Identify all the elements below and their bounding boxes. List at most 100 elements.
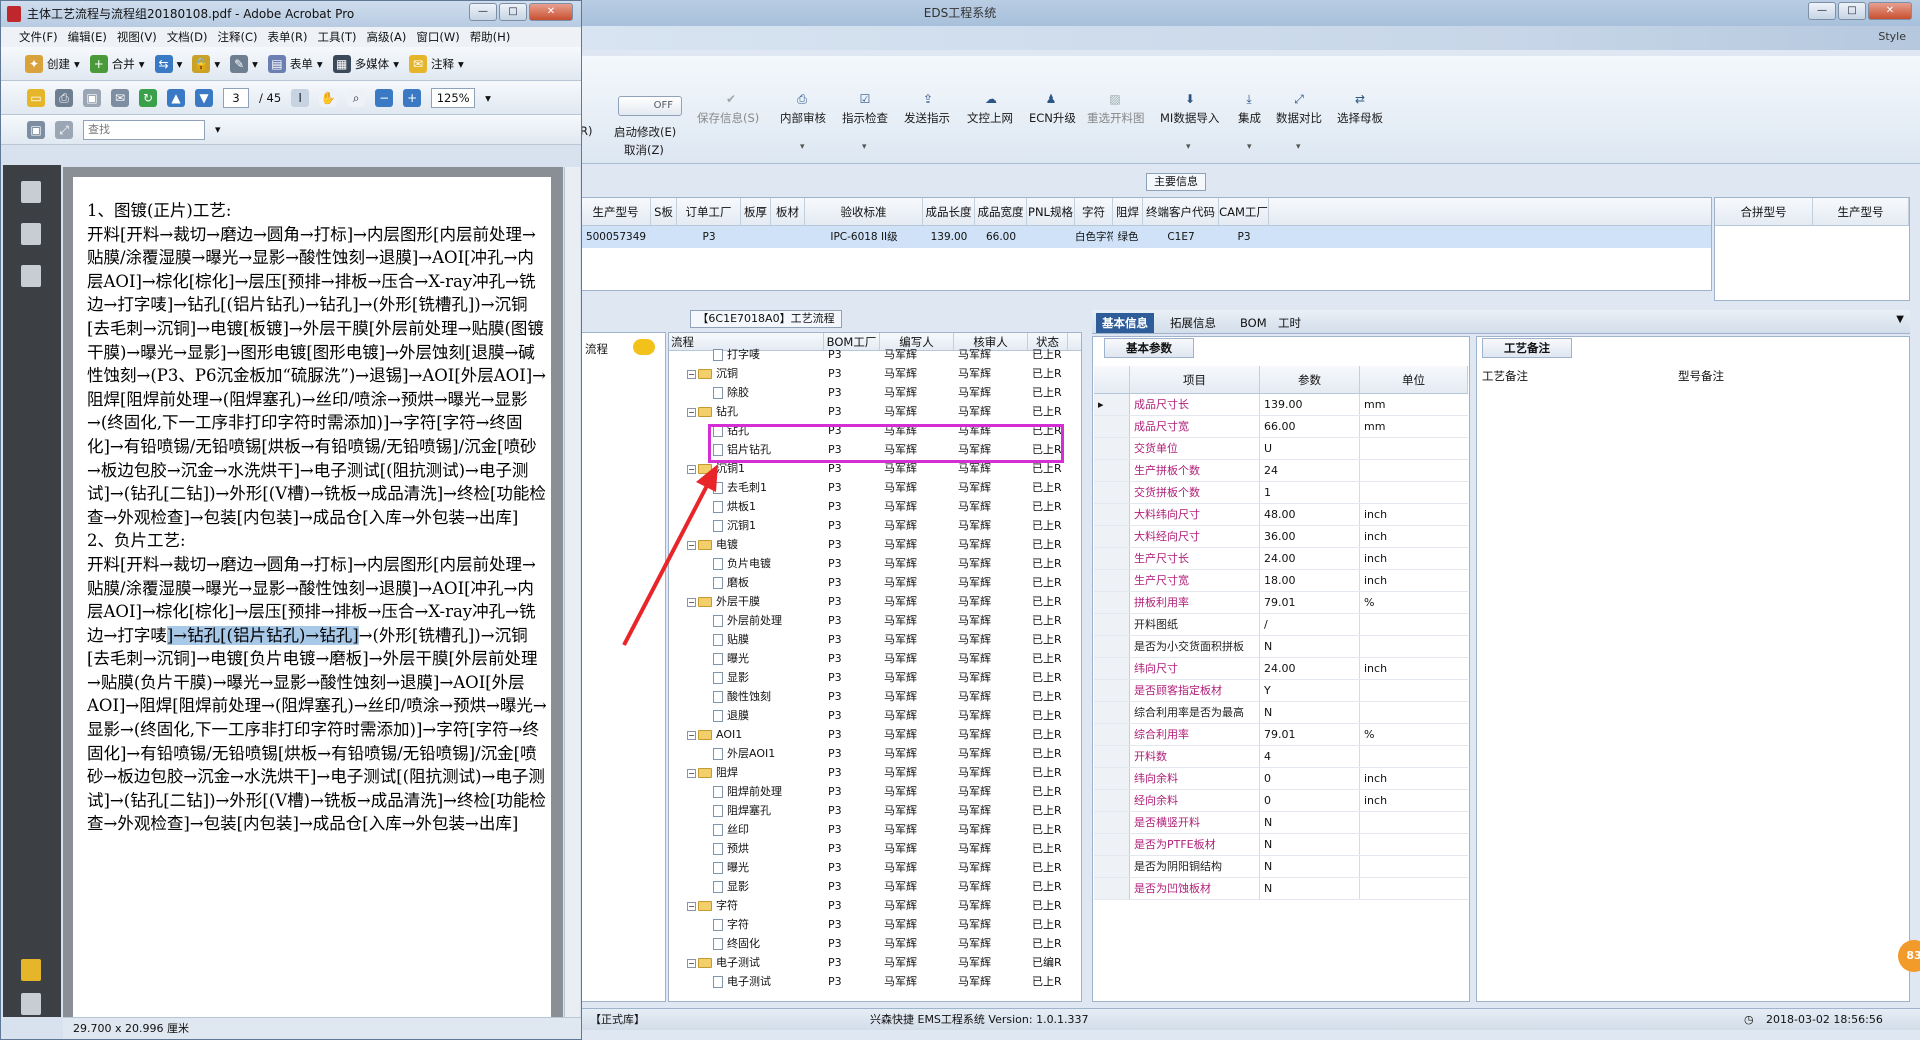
chevron-down-icon[interactable]: ▾ xyxy=(862,142,867,152)
hand-icon[interactable]: ✋ xyxy=(319,88,338,107)
column-header[interactable]: 板材 xyxy=(771,198,805,225)
doc-control-online-button[interactable]: 文控上网 xyxy=(967,110,1013,126)
tree-node[interactable]: − 字符 xyxy=(669,896,824,915)
tree-node[interactable]: − 电子测试 xyxy=(669,953,824,972)
param-value[interactable]: Y xyxy=(1260,680,1360,701)
param-value[interactable]: U xyxy=(1260,438,1360,459)
zoom-level-input[interactable]: 125% xyxy=(431,87,476,108)
signatures-icon[interactable] xyxy=(21,265,41,287)
tree-node[interactable]: 打字唛 xyxy=(669,345,824,364)
tree-node[interactable]: − 阻焊 xyxy=(669,763,824,782)
tree-node[interactable]: − AOI1 xyxy=(669,725,824,744)
tree-node[interactable]: − 沉铜 xyxy=(669,364,824,383)
row-selector[interactable] xyxy=(1094,504,1130,525)
tree-row[interactable]: − 电镀 P3 马军辉 马军辉 已上R xyxy=(669,535,1081,554)
param-row[interactable]: 生产尺寸长 24.00 inch xyxy=(1094,548,1468,570)
attachments-icon[interactable] xyxy=(21,993,41,1015)
column-header[interactable]: 单位 xyxy=(1360,366,1468,393)
menu-item[interactable]: 注释(C) xyxy=(218,27,258,47)
comments-icon[interactable] xyxy=(21,959,41,981)
secure-button[interactable]: 🔒 ▾ xyxy=(192,54,220,73)
tree-node[interactable]: 曝光 xyxy=(669,858,824,877)
cancel-button[interactable]: 取消(Z) xyxy=(624,142,664,158)
param-value[interactable]: N xyxy=(1260,856,1360,877)
row-selector[interactable] xyxy=(1094,658,1130,679)
row-selector[interactable] xyxy=(1094,438,1130,459)
row-selector[interactable] xyxy=(1094,614,1130,635)
tree-node[interactable]: 字符 xyxy=(669,915,824,934)
column-header[interactable]: 阻焊 xyxy=(1113,198,1143,225)
zoom-in-icon[interactable]: + xyxy=(403,88,422,107)
maximize-icon[interactable]: □ xyxy=(1838,2,1866,20)
row-selector[interactable] xyxy=(1094,548,1130,569)
param-row[interactable]: 开料数 4 xyxy=(1094,746,1468,768)
tree-row[interactable]: 终固化 P3 马军辉 马军辉 已上R xyxy=(669,934,1081,953)
share-button[interactable]: ⇆ ▾ xyxy=(154,54,182,73)
tree-node[interactable]: 预烘 xyxy=(669,839,824,858)
close-icon[interactable]: ✕ xyxy=(529,3,573,21)
open-folder-icon[interactable]: ▭ xyxy=(27,88,45,107)
tree-row[interactable]: 打字唛 P3 马军辉 马军辉 已上R xyxy=(669,345,1081,364)
tree-row[interactable]: 曝光 P3 马军辉 马军辉 已上R xyxy=(669,649,1081,668)
tree-row[interactable]: 磨板 P3 马军辉 马军辉 已上R xyxy=(669,573,1081,592)
save-icon[interactable]: ▣ xyxy=(83,88,101,107)
column-header[interactable]: 成品宽度 xyxy=(975,198,1027,225)
row-selector[interactable] xyxy=(1094,878,1130,899)
tree-row[interactable]: − AOI1 P3 马军辉 马军辉 已上R xyxy=(669,725,1081,744)
column-header[interactable]: 订单工厂 xyxy=(677,198,741,225)
column-header[interactable]: S板 xyxy=(651,198,677,225)
tree-row[interactable]: 预烘 P3 马军辉 马军辉 已上R xyxy=(669,839,1081,858)
basic-params-title[interactable]: 基本参数 xyxy=(1104,338,1194,358)
param-row[interactable]: 拼板利用率 79.01% xyxy=(1094,592,1468,614)
param-row[interactable]: 纬向尺寸 24.00 inch xyxy=(1094,658,1468,680)
param-row[interactable]: 是否为小交货面积拼板 N xyxy=(1094,636,1468,658)
collapse-icon[interactable]: − xyxy=(687,730,696,740)
row-selector[interactable] xyxy=(1094,570,1130,591)
param-value[interactable]: 0 xyxy=(1260,768,1360,789)
row-selector[interactable] xyxy=(1094,460,1130,481)
tree-row[interactable]: 外层前处理 P3 马军辉 马军辉 已上R xyxy=(669,611,1081,630)
tree-node[interactable]: 终固化 xyxy=(669,934,824,953)
collapse-icon[interactable]: − xyxy=(687,369,696,379)
collapse-icon[interactable]: − xyxy=(687,958,696,968)
create-button[interactable]: ✦ 创建 ▾ xyxy=(25,54,80,73)
param-value[interactable]: 4 xyxy=(1260,746,1360,767)
tree-row[interactable]: 曝光 P3 马军辉 马军辉 已上R xyxy=(669,858,1081,877)
tree-row[interactable]: − 外层干膜 P3 马军辉 马军辉 已上R xyxy=(669,592,1081,611)
table-row[interactable]: 500057349 P3 IPC-6018 II级 139.00 66.00 白色字符 绿色… xyxy=(581,226,1711,248)
collapse-icon[interactable]: − xyxy=(687,407,696,417)
chevron-down-icon[interactable]: ▾ xyxy=(1296,142,1301,152)
tree-row[interactable]: − 钻孔 P3 马军辉 马军辉 已上R xyxy=(669,402,1081,421)
internal-review-button[interactable]: 内部审核 xyxy=(780,110,826,126)
param-row[interactable]: 经向余料 0 inch xyxy=(1094,790,1468,812)
menu-item[interactable]: 高级(A) xyxy=(367,27,407,47)
fit-page-icon[interactable]: ⤢ xyxy=(55,120,73,139)
arrow-up-icon[interactable]: ▲ xyxy=(167,88,185,107)
tree-row[interactable]: 外层AOI1 P3 马军辉 马军辉 已上R xyxy=(669,744,1081,763)
row-selector[interactable] xyxy=(1094,636,1130,657)
menu-item[interactable]: 帮助(H) xyxy=(470,27,511,47)
param-value[interactable]: 48.00 xyxy=(1260,504,1360,525)
tree-row[interactable]: 显影 P3 马军辉 马军辉 已上R xyxy=(669,877,1081,896)
zoom-out-icon[interactable]: − xyxy=(375,88,394,107)
menu-item[interactable]: 文档(D) xyxy=(167,27,208,47)
param-value[interactable]: 79.01 xyxy=(1260,592,1360,613)
pages-icon[interactable] xyxy=(21,181,41,203)
tree-row[interactable]: 贴膜 P3 马军辉 马军辉 已上R xyxy=(669,630,1081,649)
param-value[interactable]: 18.00 xyxy=(1260,570,1360,591)
select-master-board-button[interactable]: 选择母板 xyxy=(1337,110,1383,126)
tree-row[interactable]: 烘板1 P3 马军辉 马军辉 已上R xyxy=(669,497,1081,516)
param-value[interactable]: / xyxy=(1260,614,1360,635)
tree-row[interactable]: 阻焊塞孔 P3 马军辉 马军辉 已上R xyxy=(669,801,1081,820)
row-selector[interactable] xyxy=(1094,526,1130,547)
tree-node[interactable]: 电子测试 xyxy=(669,972,824,991)
column-header[interactable]: CAM工厂 xyxy=(1219,198,1269,225)
tree-row[interactable]: 显影 P3 马军辉 马军辉 已上R xyxy=(669,668,1081,687)
email-icon[interactable]: ✉ xyxy=(111,88,129,107)
row-selector[interactable] xyxy=(1094,482,1130,503)
integrate-button[interactable]: 集成 xyxy=(1238,110,1261,126)
param-value[interactable]: 66.00 xyxy=(1260,416,1360,437)
param-value[interactable]: 24.00 xyxy=(1260,658,1360,679)
tree-row[interactable]: − 字符 P3 马军辉 马军辉 已上R xyxy=(669,896,1081,915)
column-header[interactable]: 参数 xyxy=(1260,366,1360,393)
